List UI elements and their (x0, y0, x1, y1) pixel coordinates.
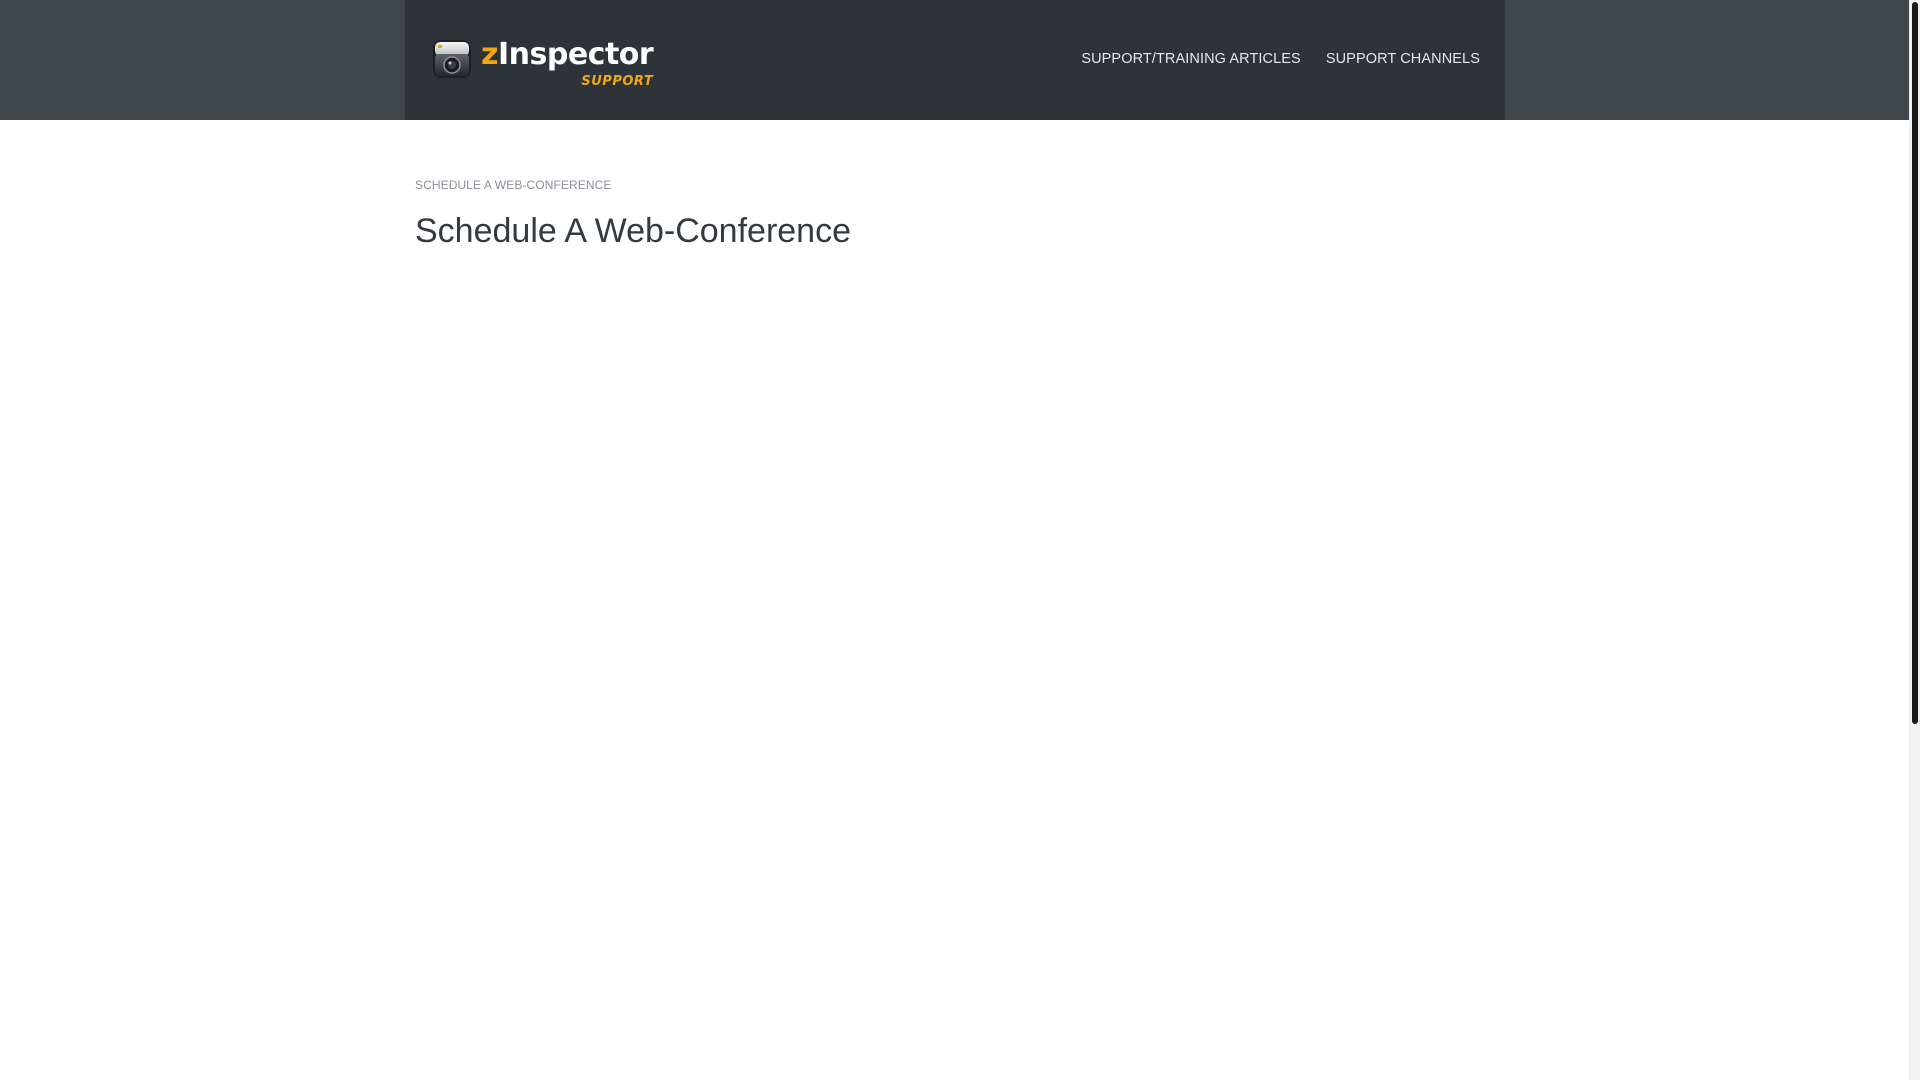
logo-text: zInspector SUPPORT (481, 37, 654, 96)
main-nav: SUPPORT/TRAINING ARTICLES SUPPORT CHANNE… (1081, 50, 1480, 68)
logo-prefix: z (481, 37, 498, 72)
scrollbar-thumb[interactable] (1912, 2, 1918, 724)
nav-support-channels[interactable]: SUPPORT CHANNELS (1326, 50, 1480, 68)
page-scrollbar[interactable] (1909, 0, 1920, 1080)
logo-tagline: SUPPORT (581, 74, 654, 89)
page: zInspector SUPPORT SUPPORT/TRAINING ARTI… (0, 0, 1920, 1080)
logo-name: Inspector (497, 37, 654, 72)
logo-wordmark: zInspector (481, 37, 654, 72)
camera-inspector-icon (431, 38, 473, 80)
main-content: SCHEDULE A WEB-CONFERENCE Schedule A Web… (415, 178, 1505, 251)
header-container: zInspector SUPPORT SUPPORT/TRAINING ARTI… (405, 0, 1505, 120)
page-title: Schedule A Web-Conference (415, 212, 851, 250)
site-logo[interactable]: zInspector SUPPORT (431, 37, 654, 96)
site-header: zInspector SUPPORT SUPPORT/TRAINING ARTI… (0, 0, 1909, 120)
breadcrumb: SCHEDULE A WEB-CONFERENCE (415, 178, 612, 192)
nav-support-training-articles[interactable]: SUPPORT/TRAINING ARTICLES (1081, 50, 1301, 68)
